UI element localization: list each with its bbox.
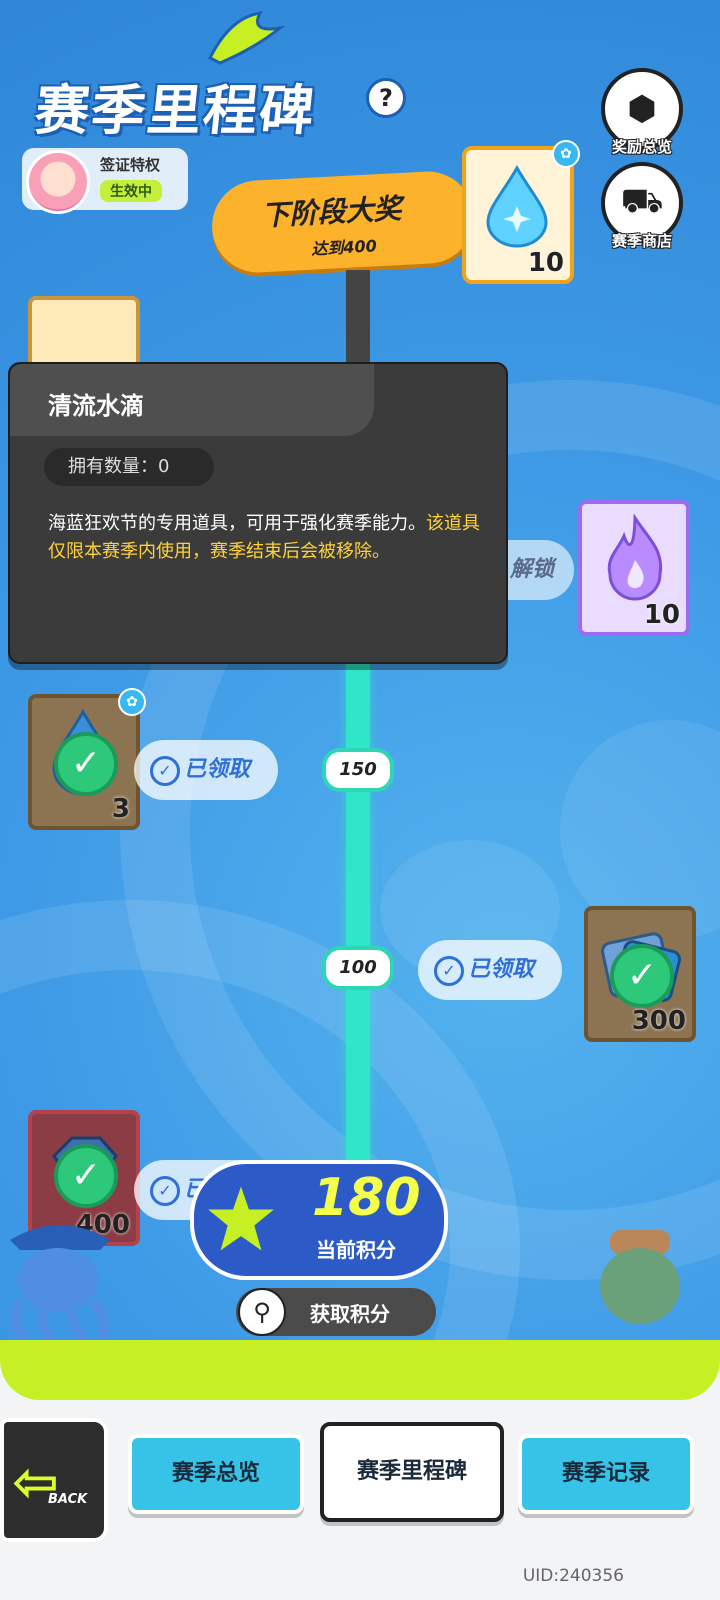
claimed-label: 已领取: [184, 757, 251, 782]
claimed-check-icon: ✓: [150, 756, 180, 786]
check-icon: ✓: [54, 732, 118, 796]
unlock-label: 解锁: [509, 557, 554, 582]
next-grand-prize-banner: 下阶段大奖 达到400: [209, 169, 477, 275]
grand-prize-item-card[interactable]: 10 ✿: [462, 140, 580, 284]
season-shop-label: 赛季商店: [611, 232, 672, 250]
claimed-pill: ✓ 已领取: [418, 940, 563, 1000]
palm-star-icon: [200, 1178, 282, 1258]
milestone-node-150: 150: [322, 748, 394, 792]
tab-season-milestones[interactable]: 赛季里程碑: [320, 1422, 504, 1522]
score-label: 当前积分: [316, 1238, 396, 1262]
get-points-label: 获取积分: [310, 1302, 390, 1326]
reward-quantity: 3: [111, 794, 130, 824]
user-id: UID:240356: [522, 1566, 624, 1586]
milestone-track-progress: [346, 660, 370, 1200]
visa-status: 生效中: [100, 180, 162, 202]
page-title: 赛季里程碑: [32, 79, 319, 142]
reward-card-water-drop[interactable]: ✓ 3 ✿: [28, 688, 146, 830]
reward-quantity: 300: [631, 1006, 686, 1036]
grand-prize-requirement: 达到400: [310, 236, 378, 259]
water-drop-icon: [486, 164, 548, 248]
item-quantity: 10: [527, 248, 564, 278]
green-splash-decoration: [0, 1340, 720, 1400]
magnifier-icon: ⚲: [238, 1288, 286, 1336]
item-tooltip: 清流水滴 拥有数量：0 海蓝狂欢节的专用道具，可用于强化赛季能力。该道具仅限本赛…: [8, 362, 508, 664]
avatar: [26, 150, 90, 214]
tooltip-description: 海蓝狂欢节的专用道具，可用于强化赛季能力。该道具仅限本赛季内使用，赛季结束后会被…: [48, 510, 488, 566]
score-value: 180: [312, 1168, 421, 1228]
tooltip-owned-count: 拥有数量：0: [44, 448, 214, 486]
check-icon: ✓: [610, 944, 674, 1008]
octopus-pirate-mascot: [10, 1225, 110, 1340]
visa-label: 签证特权: [100, 156, 161, 174]
palm-tree-badge-icon: ✿: [552, 140, 580, 168]
visa-privilege-badge[interactable]: 签证特权 生效中: [22, 148, 188, 214]
help-icon[interactable]: ?: [366, 78, 406, 118]
palm-leaf-decoration: [207, 11, 286, 65]
milestone-node-100: 100: [322, 946, 394, 990]
current-score-panel: 180 当前积分: [190, 1160, 448, 1280]
rewards-overview-label: 奖励总览: [611, 138, 672, 156]
claimed-label: 已领取: [468, 957, 535, 982]
reward-card-purple-flame[interactable]: 10: [578, 500, 690, 636]
tooltip-item-name: 清流水滴: [48, 392, 144, 420]
palm-tree-badge-icon: ✿: [118, 688, 146, 716]
purple-flame-icon: [607, 514, 663, 601]
back-button[interactable]: ⇦ BACK: [0, 1418, 108, 1542]
tab-season-records[interactable]: 赛季记录: [518, 1434, 694, 1514]
claimed-pill: ✓ 已领取: [134, 740, 279, 800]
reward-quantity: 10: [643, 600, 680, 630]
reward-card-sticker-pack[interactable]: ✓ 300: [584, 906, 696, 1042]
back-label: BACK: [48, 1492, 88, 1507]
rewards-overview-button[interactable]: ⬢ 奖励总览: [598, 68, 686, 157]
tab-season-overview[interactable]: 赛季总览: [128, 1434, 304, 1514]
claimed-check-icon: ✓: [434, 956, 464, 986]
fish-mascot: [600, 1230, 680, 1324]
claimed-check-icon: ✓: [150, 1176, 180, 1206]
check-icon: ✓: [54, 1144, 118, 1208]
grand-prize-title: 下阶段大奖: [260, 191, 403, 233]
season-shop-button[interactable]: ⛟ 赛季商店: [598, 162, 686, 251]
tooltip-desc-text: 海蓝狂欢节的专用道具，可用于强化赛季能力。: [48, 513, 426, 534]
get-points-button[interactable]: ⚲ 获取积分: [236, 1288, 436, 1336]
